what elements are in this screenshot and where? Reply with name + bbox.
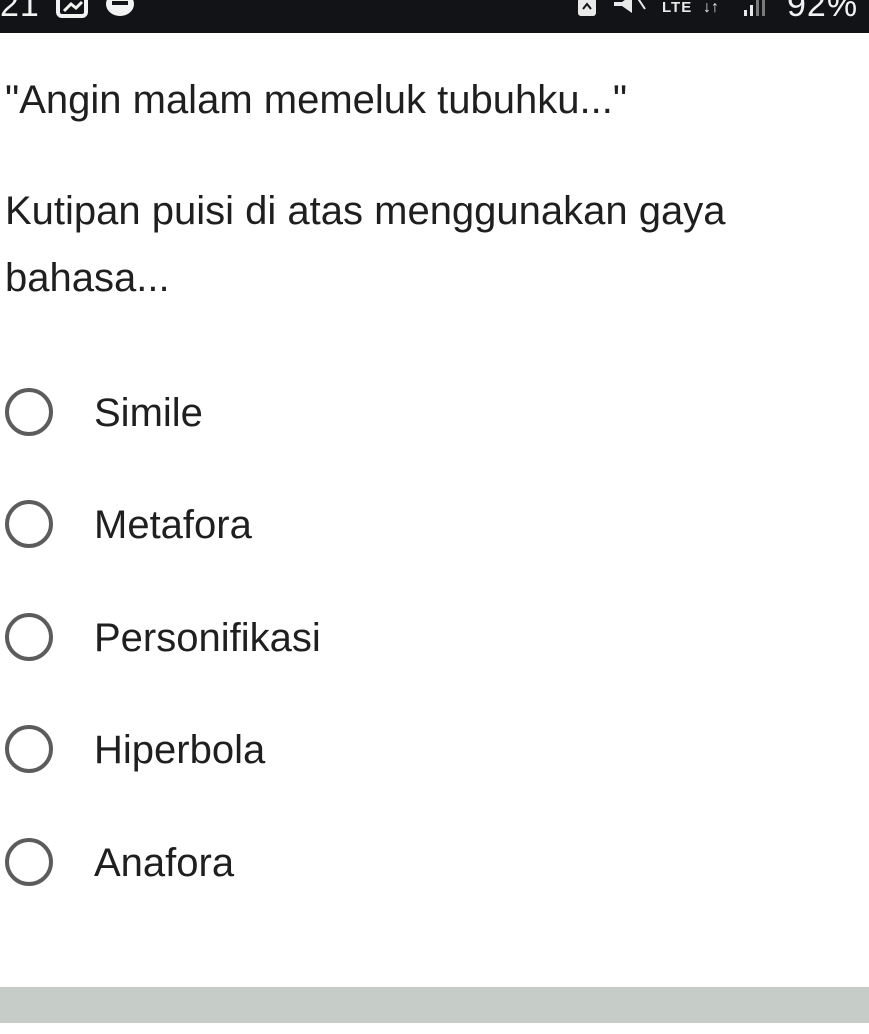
option-label: Anafora [94, 841, 235, 885]
status-time: 21 [0, 0, 40, 24]
signal-icon [743, 0, 773, 25]
option-label: Simile [94, 391, 203, 435]
option-label: Personifikasi [94, 616, 321, 660]
battery-level: 92% [787, 0, 859, 24]
status-bar: 21 LTE ↓↑ 92% [0, 0, 869, 33]
radio-button[interactable] [5, 613, 53, 661]
option-personifikasi[interactable]: Personifikasi [5, 611, 605, 671]
option-metafora[interactable]: Metafora [5, 498, 605, 558]
option-label: Hiperbola [94, 728, 266, 772]
mute-vibrate-icon [610, 0, 650, 23]
option-label: Metafora [94, 503, 252, 547]
option-simile[interactable]: Simile [5, 386, 605, 446]
sim-icon [576, 0, 598, 23]
network-type: LTE [662, 0, 693, 16]
option-anafora[interactable]: Anafora [5, 836, 605, 896]
option-hiperbola[interactable]: Hiperbola [5, 723, 605, 783]
radio-button[interactable] [5, 838, 53, 886]
radio-button[interactable] [5, 500, 53, 548]
data-activity-icon: ↓↑ [703, 0, 719, 16]
radio-button[interactable] [5, 388, 53, 436]
question-text: Kutipan puisi di atas menggunakan gaya b… [5, 189, 726, 300]
notification-dot-icon [104, 0, 136, 25]
bottom-bar [0, 987, 869, 1023]
radio-button[interactable] [5, 725, 53, 773]
poem-quote: "Angin malam memeluk tubuhku..." [5, 78, 628, 122]
gallery-icon [56, 0, 90, 25]
